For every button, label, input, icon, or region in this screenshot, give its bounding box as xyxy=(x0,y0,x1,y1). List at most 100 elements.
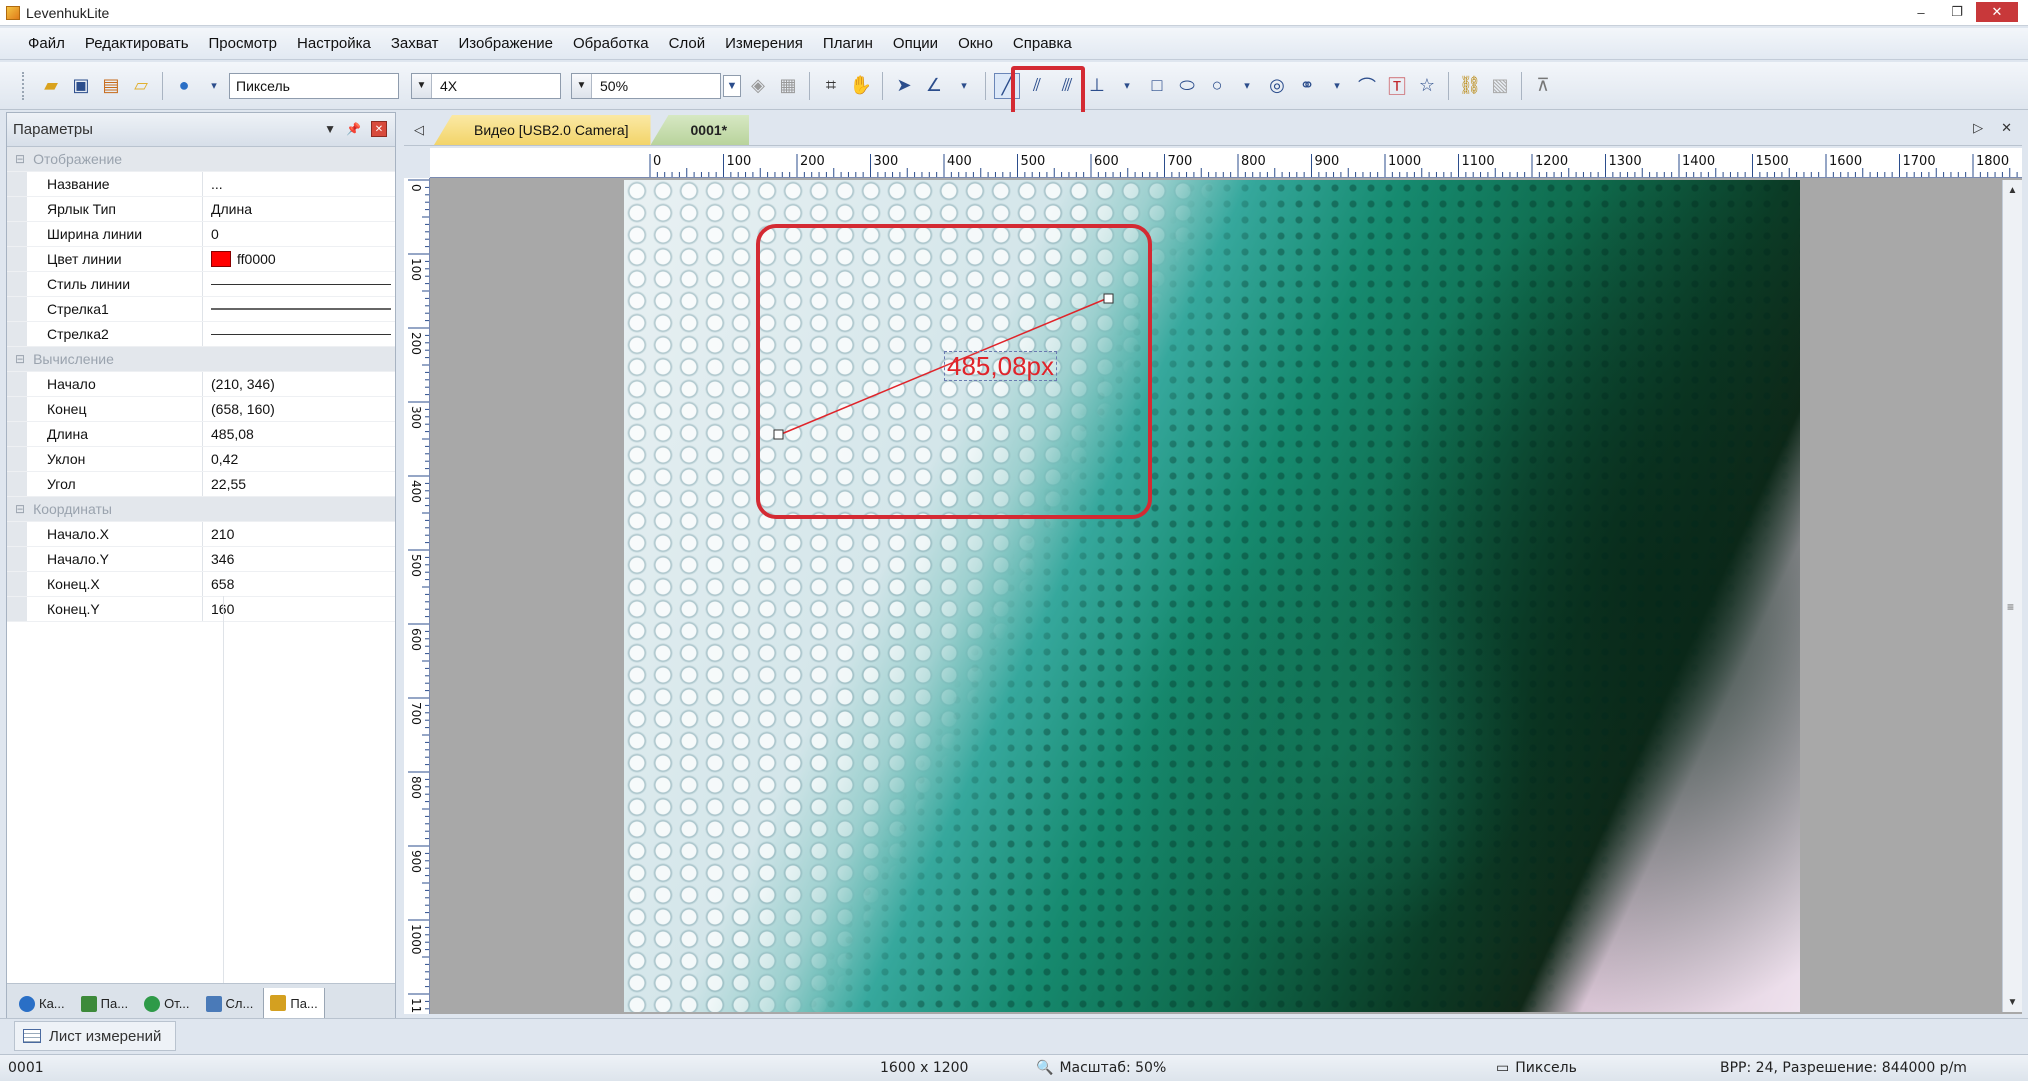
color-swatch[interactable] xyxy=(211,251,231,267)
pin-icon[interactable]: 📌 xyxy=(346,122,361,136)
close-icon[interactable]: ✕ xyxy=(2001,120,2012,136)
polygon-icon[interactable]: ⚭ xyxy=(1294,73,1320,99)
prop-value[interactable] xyxy=(203,272,395,296)
menu-help[interactable]: Справка xyxy=(1003,35,1082,52)
prop-row[interactable]: Уклон 0,42 xyxy=(7,447,395,472)
save-as-icon[interactable]: ▤ xyxy=(98,73,124,99)
angle-icon[interactable]: ∠ xyxy=(921,73,947,99)
prop-row[interactable]: Конец.Y160 xyxy=(7,597,395,622)
prop-row[interactable]: Длина 485,08 xyxy=(7,422,395,447)
zoom-select[interactable]: ▼ 50% xyxy=(571,72,721,99)
prop-value[interactable] xyxy=(203,297,395,321)
prop-row[interactable]: Ширина линии 0 xyxy=(7,222,395,247)
prop-row[interactable]: Начало (210, 346) xyxy=(7,372,395,397)
menu-options[interactable]: Опции xyxy=(883,35,948,52)
chevron-down-icon[interactable]: ▾ xyxy=(1234,73,1260,99)
prop-value[interactable]: (210, 346) xyxy=(203,372,395,396)
folder-icon[interactable]: ▱ xyxy=(128,73,154,99)
chevron-down-icon[interactable]: ▾ xyxy=(951,73,977,99)
menu-capture[interactable]: Захват xyxy=(381,35,449,52)
rectangle-icon[interactable]: □ xyxy=(1144,73,1170,99)
prop-row[interactable]: Начало.Y 346 xyxy=(7,547,395,572)
chevron-down-icon[interactable]: ▾ xyxy=(1114,73,1140,99)
prop-row[interactable]: Стрелка1 xyxy=(7,297,395,322)
prop-value[interactable]: 485,08 xyxy=(203,422,395,446)
menu-setup[interactable]: Настройка xyxy=(287,35,381,52)
open-folder-icon[interactable]: ▰ xyxy=(38,73,64,99)
collapse-icon[interactable]: ⊟ xyxy=(15,152,25,166)
prop-row[interactable]: Цвет линии ff0000 xyxy=(7,247,395,272)
chevron-down-icon[interactable]: ▾ xyxy=(201,73,227,99)
prop-row[interactable]: Стиль линии xyxy=(7,272,395,297)
unit-select[interactable]: Пиксель xyxy=(229,72,399,99)
chevron-down-icon[interactable]: ▼ xyxy=(723,74,741,97)
prop-value[interactable] xyxy=(203,322,395,346)
objective-select[interactable]: ▼ 4X xyxy=(411,72,561,99)
tab-image-0001[interactable]: 0001* xyxy=(650,115,750,145)
menu-file[interactable]: Файл xyxy=(18,35,75,52)
menu-edit[interactable]: Редактировать xyxy=(75,35,199,52)
prop-value[interactable]: ff0000 xyxy=(203,247,395,271)
export-icon[interactable]: ⊼ xyxy=(1530,73,1556,99)
save-icon[interactable]: ▣ xyxy=(68,73,94,99)
pointer-icon[interactable]: ➤ xyxy=(891,73,917,99)
section-calculation[interactable]: ⊟ Вычисление xyxy=(7,347,395,372)
prop-value[interactable]: 658 xyxy=(203,572,395,596)
scroll-up-icon[interactable]: ▲ xyxy=(2003,180,2022,200)
grid-icon[interactable]: ▧ xyxy=(1487,73,1513,99)
scroll-down-icon[interactable]: ▼ xyxy=(2003,992,2022,1012)
prop-row[interactable]: Стрелка2 xyxy=(7,322,395,347)
text-icon[interactable]: 🅃 xyxy=(1384,73,1410,99)
prop-row[interactable]: Начало.X 210 xyxy=(7,522,395,547)
prop-value[interactable]: (658, 160) xyxy=(203,397,395,421)
prop-value[interactable]: 0,42 xyxy=(203,447,395,471)
chevron-down-icon[interactable]: ▼ xyxy=(412,73,432,98)
close-button[interactable]: ✕ xyxy=(1976,2,2018,22)
menu-process[interactable]: Обработка xyxy=(563,35,659,52)
prop-value[interactable]: ... xyxy=(203,172,395,196)
star-icon[interactable]: ☆ xyxy=(1414,73,1440,99)
prop-value[interactable]: 0 xyxy=(203,222,395,246)
prop-row[interactable]: Угол 22,55 xyxy=(7,472,395,497)
close-icon[interactable]: ✕ xyxy=(371,121,387,137)
prop-row[interactable]: Конец (658, 160) xyxy=(7,397,395,422)
menu-image[interactable]: Изображение xyxy=(448,35,563,52)
scroll-grip[interactable]: ≡ xyxy=(2007,600,2014,614)
circle-icon[interactable]: ○ xyxy=(1204,73,1230,99)
tab-video[interactable]: Видео [USB2.0 Camera] xyxy=(434,115,651,145)
panel-tab-params[interactable]: Па... xyxy=(75,988,134,1020)
panel-tab-layers[interactable]: Сл... xyxy=(200,988,260,1020)
prop-row[interactable]: Конец.X 658 xyxy=(7,572,395,597)
prop-value[interactable]: 210 xyxy=(203,522,395,546)
minimize-button[interactable]: – xyxy=(1904,2,1938,22)
panel-tab-camera[interactable]: Ка... xyxy=(13,988,71,1020)
menu-window[interactable]: Окно xyxy=(948,35,1003,52)
chevron-down-icon[interactable]: ▼ xyxy=(572,73,592,98)
annulus-icon[interactable]: ◎ xyxy=(1264,73,1290,99)
image-canvas[interactable]: 0 100 200 300 400 500 600 700 800 900 1000 1100 1200… xyxy=(404,148,2022,1014)
collapse-icon[interactable]: ⊟ xyxy=(15,352,25,366)
hand-icon[interactable]: ✋ xyxy=(848,73,874,99)
select-rect-icon[interactable]: ⌗ xyxy=(818,73,844,99)
prop-value[interactable]: 160 xyxy=(203,597,395,621)
calibration-icon[interactable]: ⛓ xyxy=(1457,73,1483,99)
panel-tab-display[interactable]: От... xyxy=(138,988,195,1020)
prop-row[interactable]: Название... xyxy=(7,172,395,197)
collapse-icon[interactable]: ⊟ xyxy=(15,502,25,516)
document-icon[interactable]: ▦ xyxy=(775,73,801,99)
prop-value[interactable]: 22,55 xyxy=(203,472,395,496)
menu-layer[interactable]: Слой xyxy=(659,35,715,52)
chevron-down-icon[interactable]: ▼ xyxy=(324,122,336,136)
prop-row[interactable]: Ярлык Тип Длина xyxy=(7,197,395,222)
section-coordinates[interactable]: ⊟ Координаты xyxy=(7,497,395,522)
prop-value[interactable]: Длина xyxy=(203,197,395,221)
menu-measure[interactable]: Измерения xyxy=(715,35,813,52)
chevron-down-icon[interactable]: ▾ xyxy=(1324,73,1350,99)
chevron-left-icon[interactable]: ◁ xyxy=(404,115,434,145)
panel-tab-parameters[interactable]: Па... xyxy=(263,987,325,1020)
section-display[interactable]: ⊟ Отображение xyxy=(7,147,395,172)
vertical-scrollbar[interactable]: ▲ ≡ ▼ xyxy=(2002,180,2022,1012)
sphere-icon[interactable]: ● xyxy=(171,73,197,99)
perpendicular-icon[interactable]: ⊥ xyxy=(1084,73,1110,99)
prop-value[interactable]: 346 xyxy=(203,547,395,571)
